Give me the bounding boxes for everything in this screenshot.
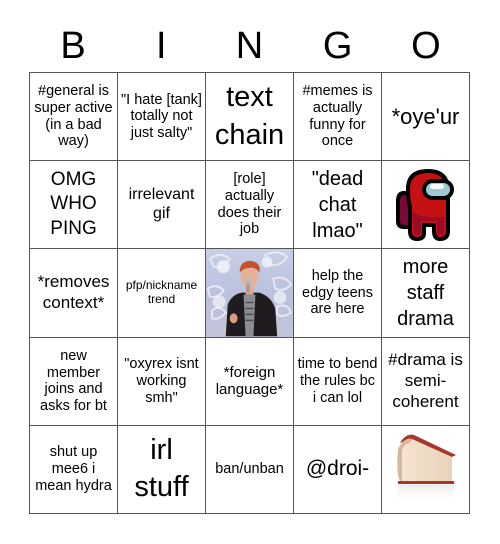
header-letter-b: B <box>60 25 86 67</box>
cell-text: OMG WHO PING <box>50 168 97 240</box>
bingo-cell[interactable]: more staff drama <box>382 249 470 338</box>
cell-text: ban/unban <box>215 461 284 478</box>
bingo-cell[interactable] <box>382 161 470 250</box>
cell-text: shut up mee6 i mean hydra <box>35 444 112 494</box>
bingo-cell[interactable]: irrelevant gif <box>118 161 206 250</box>
bingo-cell[interactable]: #drama is semi-coherent <box>382 337 470 426</box>
bingo-cell[interactable]: @droi- <box>294 425 382 514</box>
cell-text: text chain <box>214 80 285 151</box>
bingo-cell[interactable]: ban/unban <box>206 425 294 514</box>
cell-text: [role] actually does their job <box>217 171 282 238</box>
bingo-cell[interactable]: "dead chat lmao" <box>294 161 382 250</box>
bingo-cell[interactable] <box>382 425 470 514</box>
cell-text: more staff drama <box>397 255 454 330</box>
cell-text: help the edgy teens are here <box>302 267 373 318</box>
singer-figure-icon <box>206 251 293 337</box>
cell-text: new member joins and asks for bt <box>40 347 107 414</box>
book-icon <box>396 435 456 504</box>
bingo-cell[interactable]: #memes is actually funny for once <box>294 73 382 162</box>
cell-text: "dead chat lmao" <box>311 167 364 242</box>
bingo-cell[interactable]: "oxyrex isnt working smh" <box>118 337 206 426</box>
header-letter-i: I <box>156 25 167 67</box>
bingo-cell[interactable]: #general is super active (in a bad way) <box>30 73 118 162</box>
bingo-cell[interactable]: shut up mee6 i mean hydra <box>30 425 118 514</box>
bingo-cell[interactable]: new member joins and asks for bt <box>30 337 118 426</box>
cell-text: *foreign language* <box>215 363 284 399</box>
free-space-cell[interactable] <box>206 249 294 338</box>
bingo-cell[interactable]: text chain <box>206 73 294 162</box>
bingo-cell[interactable]: *oye'ur <box>382 73 470 162</box>
bingo-cell[interactable]: *foreign language* <box>206 337 294 426</box>
cell-text: *oye'ur <box>391 103 460 129</box>
singer-photo-image <box>206 249 293 337</box>
header-letter-o: O <box>411 25 441 67</box>
header-letter-g: G <box>322 25 353 67</box>
bingo-header: B I N G O <box>29 20 470 72</box>
cell-text: #drama is semi-coherent <box>388 350 463 411</box>
header-letter-n: N <box>235 25 264 67</box>
cell-text: irrelevant gif <box>128 186 195 222</box>
bingo-cell[interactable]: OMG WHO PING <box>30 161 118 250</box>
bingo-cell[interactable]: *removes context* <box>30 249 118 338</box>
cell-text: time to bend the rules bc i can lol <box>297 356 378 406</box>
bingo-cell[interactable]: help the edgy teens are here <box>294 249 382 338</box>
bingo-cell[interactable]: "I hate [tank] totally not just salty" <box>118 73 206 162</box>
cell-text: "oxyrex isnt working smh" <box>124 356 199 406</box>
among-us-crewmate-icon <box>395 168 454 241</box>
bingo-board: #general is super active (in a bad way) … <box>29 72 470 514</box>
bingo-cell[interactable]: [role] actually does their job <box>206 161 294 250</box>
cell-text: @droi- <box>305 457 370 481</box>
cell-text: pfp/nickname trend <box>125 278 198 306</box>
bingo-cell[interactable]: pfp/nickname trend <box>118 249 206 338</box>
cell-text: irl stuff <box>134 433 189 504</box>
cell-text: #general is super active (in a bad way) <box>34 83 113 150</box>
bingo-cell[interactable]: time to bend the rules bc i can lol <box>294 337 382 426</box>
cell-text: #memes is actually funny for once <box>302 83 373 150</box>
cell-text: "I hate [tank] totally not just salty" <box>121 91 202 141</box>
cell-text: *removes context* <box>37 272 110 312</box>
bingo-cell[interactable]: irl stuff <box>118 425 206 514</box>
